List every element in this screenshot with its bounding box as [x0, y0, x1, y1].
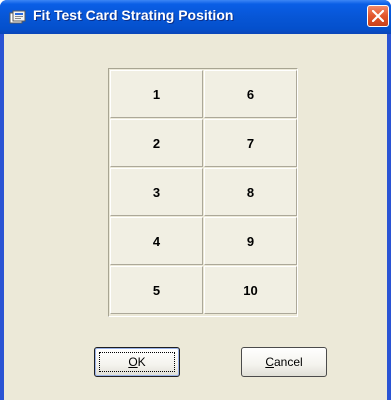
position-4-button[interactable]: 4: [110, 217, 203, 265]
ok-button[interactable]: OK: [94, 347, 180, 377]
close-icon: [372, 10, 384, 22]
cancel-label-rest: ancel: [273, 355, 303, 369]
position-10-button[interactable]: 10: [204, 266, 297, 314]
close-button[interactable]: [367, 5, 389, 27]
position-5-button[interactable]: 5: [110, 266, 203, 314]
position-1-button[interactable]: 1: [110, 70, 203, 118]
dialog-body: 1 6 2 7 3 8 4 9 5 10 OK Cancel: [4, 34, 387, 400]
position-9-button[interactable]: 9: [204, 217, 297, 265]
position-grid: 1 6 2 7 3 8 4 9 5 10: [108, 68, 298, 317]
ok-label-rest: K: [137, 355, 146, 369]
ok-mnemonic: O: [128, 355, 138, 369]
card-stack-icon: [9, 9, 27, 25]
position-8-button[interactable]: 8: [204, 168, 297, 216]
dialog-window: Fit Test Card Strating Position 1 6 2 7 …: [0, 0, 391, 400]
position-7-button[interactable]: 7: [204, 119, 297, 167]
window-title: Fit Test Card Strating Position: [33, 7, 234, 23]
cancel-button[interactable]: Cancel: [241, 347, 327, 377]
position-2-button[interactable]: 2: [110, 119, 203, 167]
title-bar[interactable]: Fit Test Card Strating Position: [0, 0, 391, 34]
position-6-button[interactable]: 6: [204, 70, 297, 118]
position-3-button[interactable]: 3: [110, 168, 203, 216]
cancel-mnemonic: C: [265, 355, 274, 369]
